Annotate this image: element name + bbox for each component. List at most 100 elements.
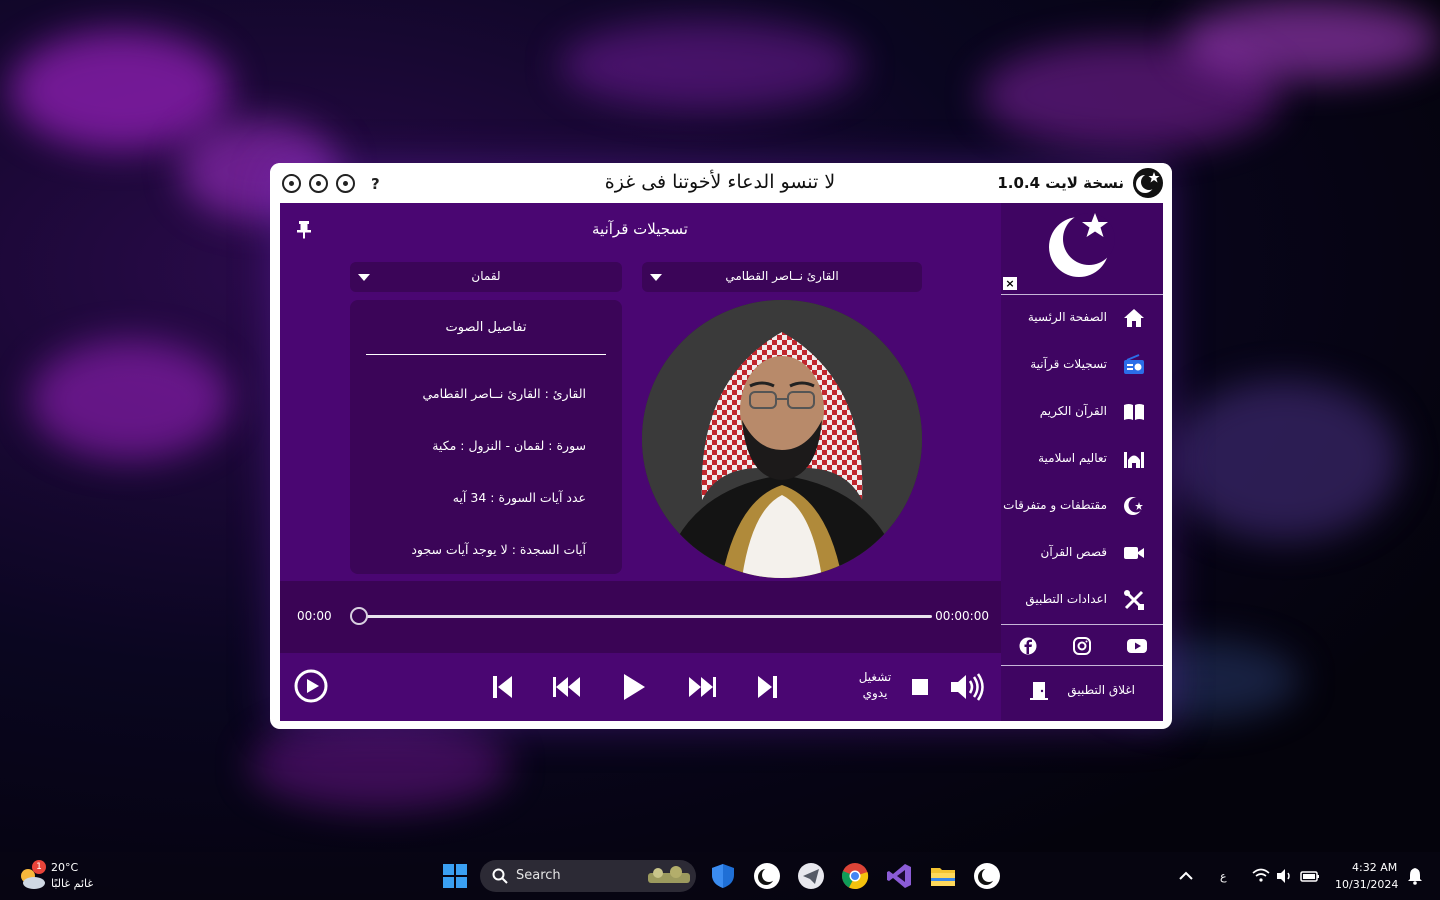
title-bar: ? لا تنسو الدعاء لأخوتنا فى غزة نسخة لاي… xyxy=(270,163,1172,203)
sidebar-close-button[interactable]: × xyxy=(1003,277,1017,290)
sidebar-logo: × xyxy=(1001,203,1163,295)
fast-forward-icon[interactable] xyxy=(688,677,716,697)
chrome-icon[interactable] xyxy=(841,862,869,890)
sidebar-item-home[interactable]: الصفحة الرئسية xyxy=(1001,295,1163,339)
play-mode-toggle[interactable]: تشغيل يدوي xyxy=(840,669,910,701)
sidebar-item-settings[interactable]: اعدادات التطبيق xyxy=(1001,577,1163,621)
youtube-icon[interactable] xyxy=(1127,637,1147,655)
app-logo-icon xyxy=(1133,168,1163,198)
app-window: ? لا تنسو الدعاء لأخوتنا فى غزة نسخة لاي… xyxy=(270,163,1172,729)
sidebar-item-label: قصص القرآن xyxy=(1040,545,1108,559)
search-icon xyxy=(492,868,508,884)
clock-time[interactable]: 4:32 AM xyxy=(1352,861,1397,874)
surah-dropdown[interactable]: لقمان xyxy=(350,262,622,292)
sidebar-item-label: القرآن الكريم xyxy=(1039,404,1107,418)
play-mode-line2: يدوي xyxy=(862,686,888,700)
audio-details-panel: تفاصيل الصوت القارئ : القارئ نــاصر القط… xyxy=(350,300,622,574)
radio-icon xyxy=(1124,354,1144,374)
seek-bar-area: 00:00 00:00:00 xyxy=(280,581,1001,653)
taskbar-search[interactable]: Search xyxy=(480,860,696,892)
file-explorer-icon[interactable] xyxy=(929,862,957,890)
input-language[interactable]: ع xyxy=(1220,870,1227,883)
sidebar-item-excerpts[interactable]: مقتطفات و متفرقات xyxy=(1001,483,1163,527)
taskbar: 1 20°C غائم غالبًا Search ع 4:32 AM 10/3… xyxy=(0,852,1440,900)
mosque-icon xyxy=(1124,452,1144,468)
main-panel: تسجيلات قرآنية لقمان القارئ نــاصر القطا… xyxy=(280,203,1001,721)
sidebar-item-label: مقتطفات و متفرقات xyxy=(1003,498,1107,512)
sidebar-item-label: تسجيلات قرآنية xyxy=(1030,357,1107,371)
chevron-up-icon[interactable] xyxy=(1176,866,1196,886)
window-controls: ? xyxy=(282,174,380,193)
security-shield-icon[interactable] xyxy=(709,862,737,890)
skip-last-icon[interactable] xyxy=(756,675,778,699)
rewind-icon[interactable] xyxy=(553,677,581,697)
detail-ayah-count: عدد آيات السورة : 34 آيه xyxy=(452,490,586,505)
sidebar-item-recordings[interactable]: تسجيلات قرآنية xyxy=(1001,342,1163,386)
close-window-button[interactable] xyxy=(282,174,301,193)
volume-icon[interactable] xyxy=(950,673,986,701)
divider xyxy=(366,354,606,355)
detail-sajda: آيات السجدة : لا يوجد آيات سجود xyxy=(411,542,586,557)
sidebar-item-label: اعدادات التطبيق xyxy=(1025,592,1107,606)
surah-dropdown-value: لقمان xyxy=(471,269,501,283)
minimize-window-button[interactable] xyxy=(336,174,355,193)
stop-icon[interactable] xyxy=(912,679,928,695)
weather-condition: غائم غالبًا xyxy=(51,877,94,890)
reciter-dropdown-value: القارئ نــاصر القطامي xyxy=(725,269,839,283)
notification-badge: 1 xyxy=(32,860,46,874)
total-time: 00:00:00 xyxy=(935,609,989,623)
sidebar: × الصفحة الرئسية تسجيلات قرآنية القرآن ا… xyxy=(1001,203,1163,721)
sidebar-item-quran-stories[interactable]: قصص القرآن xyxy=(1001,530,1163,574)
current-time: 00:00 xyxy=(297,609,332,623)
visual-studio-icon[interactable] xyxy=(885,862,913,890)
app-version: نسخة لايت 1.0.4 xyxy=(997,174,1124,192)
skip-first-icon[interactable] xyxy=(492,675,514,699)
maximize-window-button[interactable] xyxy=(309,174,328,193)
window-title: لا تنسو الدعاء لأخوتنا فى غزة xyxy=(604,171,836,193)
chevron-down-icon xyxy=(650,274,662,281)
speaker-icon[interactable] xyxy=(1276,867,1294,885)
video-icon xyxy=(1124,547,1144,559)
exit-app-label: اغلاق التطبيق xyxy=(1067,683,1135,697)
crescent-icon xyxy=(1124,497,1144,515)
wifi-icon[interactable] xyxy=(1252,867,1270,885)
quran-app-icon[interactable] xyxy=(753,862,781,890)
seek-track[interactable] xyxy=(358,615,932,618)
battery-icon[interactable] xyxy=(1300,867,1320,885)
telegram-icon[interactable] xyxy=(797,862,825,890)
instagram-icon[interactable] xyxy=(1073,637,1091,655)
edition-label: نسخة لايت xyxy=(1045,174,1124,192)
chevron-down-icon xyxy=(358,274,370,281)
quran-app-active-icon[interactable] xyxy=(973,862,1001,890)
sidebar-item-label: الصفحة الرئسية xyxy=(1027,310,1107,324)
clock-date[interactable]: 10/31/2024 xyxy=(1335,878,1398,891)
notification-bell-icon[interactable] xyxy=(1406,867,1424,885)
reciter-photo xyxy=(642,300,922,578)
version-number: 1.0.4 xyxy=(997,174,1041,192)
play-icon[interactable] xyxy=(622,673,646,701)
pin-icon[interactable] xyxy=(294,220,314,240)
start-menu-icon[interactable] xyxy=(441,862,469,890)
search-highlight-icon xyxy=(648,866,690,883)
door-exit-icon xyxy=(1030,682,1048,700)
search-label: Search xyxy=(516,868,561,883)
home-icon xyxy=(1124,309,1144,327)
seek-handle[interactable] xyxy=(350,607,368,625)
social-links xyxy=(1001,624,1163,666)
playback-controls: تشغيل يدوي xyxy=(280,653,1001,721)
help-button[interactable]: ? xyxy=(371,175,380,193)
facebook-icon[interactable] xyxy=(1019,637,1037,655)
page-title: تسجيلات قرآنية xyxy=(592,220,688,238)
temperature: 20°C xyxy=(51,861,79,874)
crescent-star-logo-icon xyxy=(1049,213,1115,277)
sidebar-item-islamic-teachings[interactable]: تعاليم اسلامية xyxy=(1001,436,1163,480)
tools-icon xyxy=(1124,590,1144,610)
autoplay-icon[interactable] xyxy=(294,669,328,703)
detail-surah: سورة : لقمان - النزول : مكية xyxy=(432,438,586,453)
sidebar-item-quran[interactable]: القرآن الكريم xyxy=(1001,389,1163,433)
details-heading: تفاصيل الصوت xyxy=(445,320,527,335)
detail-reciter: القارئ : القارئ نــاصر القطامي xyxy=(422,386,586,401)
play-mode-line1: تشغيل xyxy=(858,670,892,684)
exit-app-button[interactable]: اغلاق التطبيق xyxy=(1001,669,1163,713)
reciter-dropdown[interactable]: القارئ نــاصر القطامي xyxy=(642,262,922,292)
